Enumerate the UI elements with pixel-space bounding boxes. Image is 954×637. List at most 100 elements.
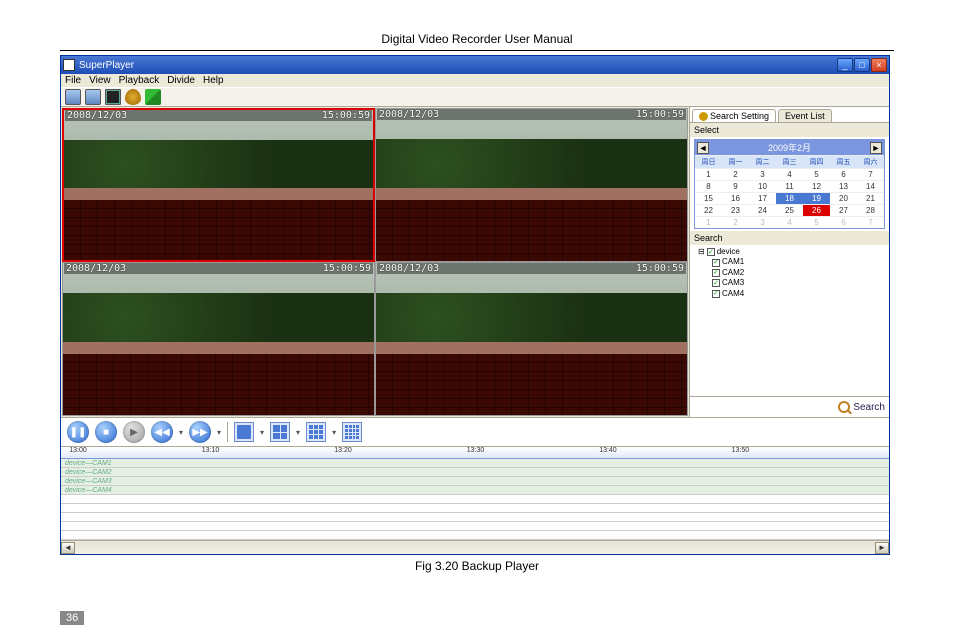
calendar-dow: 周四 bbox=[803, 155, 830, 168]
osd-time: 15:00:59 bbox=[322, 110, 370, 121]
timeline-row[interactable]: device—CAM2 bbox=[61, 468, 889, 477]
calendar-day[interactable]: 15 bbox=[695, 192, 722, 204]
calendar-prev-button[interactable]: ◄ bbox=[697, 142, 709, 154]
video-cell-1[interactable]: 2008/12/0315:00:59 bbox=[62, 108, 375, 262]
scroll-right-button[interactable]: ► bbox=[875, 542, 889, 554]
tab-event-list[interactable]: Event List bbox=[778, 109, 832, 122]
stop-button[interactable]: ■ bbox=[95, 421, 117, 443]
calendar-day[interactable]: 23 bbox=[722, 204, 749, 216]
layout-9-button[interactable] bbox=[306, 422, 326, 442]
layout-dropdown-icon[interactable]: ▾ bbox=[260, 428, 264, 437]
menu-playback[interactable]: Playback bbox=[119, 75, 160, 86]
tree-cam[interactable]: ✓CAM4 bbox=[694, 289, 885, 299]
osd-date: 2008/12/03 bbox=[379, 263, 439, 274]
calendar-day[interactable]: 9 bbox=[722, 180, 749, 192]
forward-button[interactable]: ▶▶ bbox=[189, 421, 211, 443]
rewind-button[interactable]: ◀◀ bbox=[151, 421, 173, 443]
open-icon[interactable] bbox=[65, 89, 81, 105]
speed-dropdown-icon[interactable]: ▾ bbox=[217, 428, 221, 437]
calendar-day[interactable]: 6 bbox=[830, 216, 857, 228]
tree-cam[interactable]: ✓CAM1 bbox=[694, 257, 885, 267]
calendar-day[interactable]: 2 bbox=[722, 168, 749, 180]
layout-1-button[interactable] bbox=[234, 422, 254, 442]
speed-dropdown-icon[interactable]: ▾ bbox=[179, 428, 183, 437]
scroll-track[interactable] bbox=[75, 542, 875, 554]
calendar-day[interactable]: 20 bbox=[830, 192, 857, 204]
calendar-next-button[interactable]: ► bbox=[870, 142, 882, 154]
calendar-day[interactable]: 1 bbox=[695, 216, 722, 228]
calendar[interactable]: ◄ 2009年2月 ► 周日周一周二周三周四周五周六12345678910111… bbox=[694, 139, 885, 229]
tree-cam[interactable]: ✓CAM2 bbox=[694, 268, 885, 278]
menu-divide[interactable]: Divide bbox=[167, 75, 195, 86]
side-panel: Search Setting Event List Select ◄ 2009年… bbox=[689, 107, 889, 417]
timeline-row[interactable]: device—CAM4 bbox=[61, 486, 889, 495]
close-button[interactable]: × bbox=[871, 58, 887, 72]
calendar-day[interactable]: 12 bbox=[803, 180, 830, 192]
layout-4-button[interactable] bbox=[270, 422, 290, 442]
calendar-day[interactable]: 2 bbox=[722, 216, 749, 228]
calendar-day[interactable]: 17 bbox=[749, 192, 776, 204]
calendar-day[interactable]: 10 bbox=[749, 180, 776, 192]
calendar-title: 2009年2月 bbox=[768, 141, 811, 154]
menu-help[interactable]: Help bbox=[203, 75, 224, 86]
save-icon[interactable] bbox=[85, 89, 101, 105]
layout-dropdown-icon[interactable]: ▾ bbox=[332, 428, 336, 437]
calendar-day[interactable]: 5 bbox=[803, 168, 830, 180]
video-cell-4[interactable]: 2008/12/03 15:00:59 bbox=[375, 262, 688, 416]
calendar-day[interactable]: 13 bbox=[830, 180, 857, 192]
calendar-day[interactable]: 27 bbox=[830, 204, 857, 216]
osd-date: 2008/12/03 bbox=[66, 263, 126, 274]
page-number: 36 bbox=[60, 611, 84, 625]
timeline[interactable]: 13:0013:1013:2013:3013:4013:50 device—CA… bbox=[61, 446, 889, 554]
timeline-row[interactable]: device—CAM1 bbox=[61, 459, 889, 468]
calendar-day[interactable]: 24 bbox=[749, 204, 776, 216]
video-cell-3[interactable]: 2008/12/0315:00:59 bbox=[62, 262, 375, 416]
shield-icon[interactable] bbox=[125, 89, 141, 105]
tree-cam[interactable]: ✓CAM3 bbox=[694, 278, 885, 288]
calendar-day[interactable]: 1 bbox=[695, 168, 722, 180]
tab-search-setting[interactable]: Search Setting bbox=[692, 109, 776, 122]
osd-time: 15:00:59 bbox=[636, 263, 684, 274]
minimize-button[interactable]: _ bbox=[837, 58, 853, 72]
device-tree[interactable]: ⊟✓device ✓CAM1 ✓CAM2 ✓CAM3 ✓CAM4 bbox=[690, 245, 889, 396]
calendar-day[interactable]: 22 bbox=[695, 204, 722, 216]
calendar-day[interactable]: 6 bbox=[830, 168, 857, 180]
search-section-label: Search bbox=[690, 231, 889, 245]
search-button[interactable]: Search bbox=[838, 401, 885, 413]
calendar-day[interactable]: 3 bbox=[749, 168, 776, 180]
calendar-day[interactable]: 8 bbox=[695, 180, 722, 192]
tree-device[interactable]: ⊟✓device bbox=[694, 247, 885, 257]
timeline-row[interactable]: device—CAM3 bbox=[61, 477, 889, 486]
calendar-day[interactable]: 21 bbox=[857, 192, 884, 204]
calendar-day[interactable]: 5 bbox=[803, 216, 830, 228]
video-cell-2[interactable]: 2008/12/0315:00:59 bbox=[375, 108, 688, 262]
calendar-day[interactable]: 16 bbox=[722, 192, 749, 204]
calendar-day[interactable]: 3 bbox=[749, 216, 776, 228]
maximize-button[interactable]: □ bbox=[854, 58, 870, 72]
calendar-day[interactable]: 14 bbox=[857, 180, 884, 192]
document-header: Digital Video Recorder User Manual bbox=[60, 0, 894, 51]
calendar-day[interactable]: 4 bbox=[776, 168, 803, 180]
timeline-row-empty bbox=[61, 513, 889, 522]
play-button[interactable]: ▶ bbox=[123, 421, 145, 443]
calendar-day[interactable]: 7 bbox=[857, 216, 884, 228]
layout-dropdown-icon[interactable]: ▾ bbox=[296, 428, 300, 437]
refresh-icon[interactable] bbox=[145, 89, 161, 105]
timeline-scrollbar[interactable]: ◄ ► bbox=[61, 540, 889, 554]
calendar-day[interactable]: 7 bbox=[857, 168, 884, 180]
calendar-day[interactable]: 28 bbox=[857, 204, 884, 216]
calendar-day[interactable]: 25 bbox=[776, 204, 803, 216]
scroll-left-button[interactable]: ◄ bbox=[61, 542, 75, 554]
calendar-day[interactable]: 4 bbox=[776, 216, 803, 228]
calendar-day[interactable]: 11 bbox=[776, 180, 803, 192]
pause-button[interactable]: ❚❚ bbox=[67, 421, 89, 443]
calendar-day[interactable]: 26 bbox=[803, 204, 830, 216]
timeline-tick: 13:50 bbox=[732, 447, 750, 454]
menu-file[interactable]: File bbox=[65, 75, 81, 86]
menu-view[interactable]: View bbox=[89, 75, 111, 86]
layout-16-button[interactable] bbox=[342, 422, 362, 442]
monitor-icon[interactable] bbox=[105, 89, 121, 105]
calendar-day[interactable]: 19 bbox=[803, 192, 830, 204]
timeline-row-empty bbox=[61, 522, 889, 531]
calendar-day[interactable]: 18 bbox=[776, 192, 803, 204]
